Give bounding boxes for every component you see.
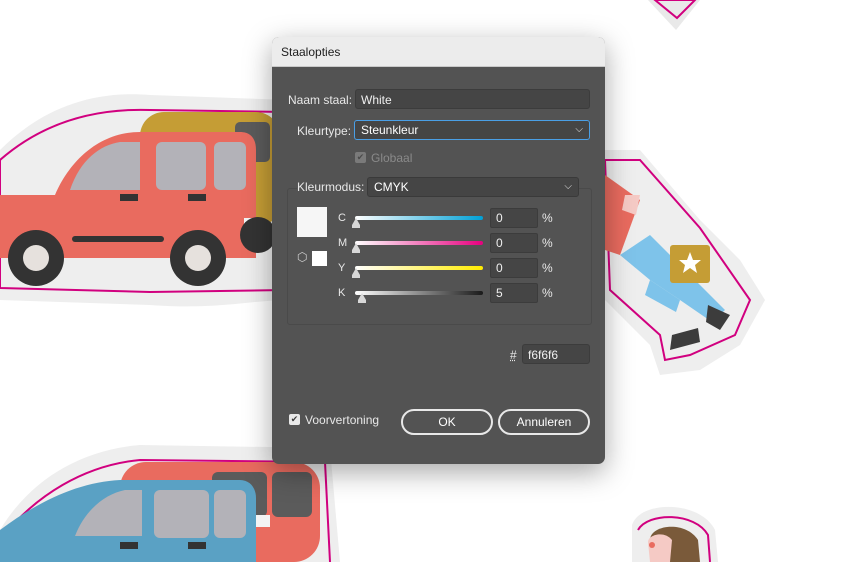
dialog-title: Staalopties [281,45,341,59]
dialog-titlebar[interactable]: Staalopties [272,37,605,67]
chevron-down-icon: ⌵ [575,124,583,135]
chevron-down-icon: ⌵ [564,181,572,192]
sticker-partial-top [648,0,700,30]
cancel-button[interactable]: Annuleren [498,409,590,435]
ok-button[interactable]: OK [401,409,493,435]
hex-input[interactable]: f6f6f6 [522,344,590,364]
percent-unit: % [542,261,553,275]
channel-input-y[interactable]: 0 [490,258,538,278]
red-car-sticker [0,94,290,307]
slider-thumb-k[interactable] [358,293,366,303]
color-preview-swatch [297,207,327,237]
color-mode-group [287,188,592,325]
slider-track-y[interactable] [355,266,483,270]
global-label: Globaal [371,151,413,165]
slider-track-c[interactable] [355,216,483,220]
percent-unit: % [542,236,553,250]
woman-head-sticker [632,506,718,562]
channel-input-k[interactable]: 5 [490,283,538,303]
slider-track-k[interactable] [355,291,483,295]
color-mode-label: Kleurmodus: [297,180,368,194]
color-mode-select[interactable]: CMYK ⌵ [367,177,579,197]
color-type-label: Kleurtype: [297,124,352,138]
channel-label-c: C [338,212,346,224]
channel-label-m: M [338,237,348,249]
preview-checkbox[interactable]: ✔ [289,414,300,425]
channel-label-y: Y [338,262,346,274]
color-type-value: Steunkleur [361,123,419,137]
color-type-select[interactable]: Steunkleur ⌵ [354,120,590,140]
swatch-name-label: Naam staal: [288,93,353,107]
swatch-name-field[interactable]: White [355,89,590,109]
color-mode-value: CMYK [374,180,409,194]
slider-thumb-c[interactable] [352,218,360,228]
channel-label-k: K [338,287,346,299]
swatch-options-dialog: Staalopties Naam staal: White Kleurtype:… [272,37,605,464]
percent-unit: % [542,211,553,225]
person-sticker [600,150,765,375]
slider-thumb-m[interactable] [352,243,360,253]
channel-input-m[interactable]: 0 [490,233,538,253]
channel-input-c[interactable]: 0 [490,208,538,228]
slider-track-m[interactable] [355,241,483,245]
hex-symbol: # [510,348,517,362]
slider-thumb-y[interactable] [352,268,360,278]
global-checkbox[interactable]: ✔ [355,152,366,163]
percent-unit: % [542,286,553,300]
preview-label: Voorvertoning [305,413,380,427]
out-of-gamut-cube-icon[interactable]: ⬡ [297,250,307,264]
web-safe-swatch[interactable] [312,251,327,266]
